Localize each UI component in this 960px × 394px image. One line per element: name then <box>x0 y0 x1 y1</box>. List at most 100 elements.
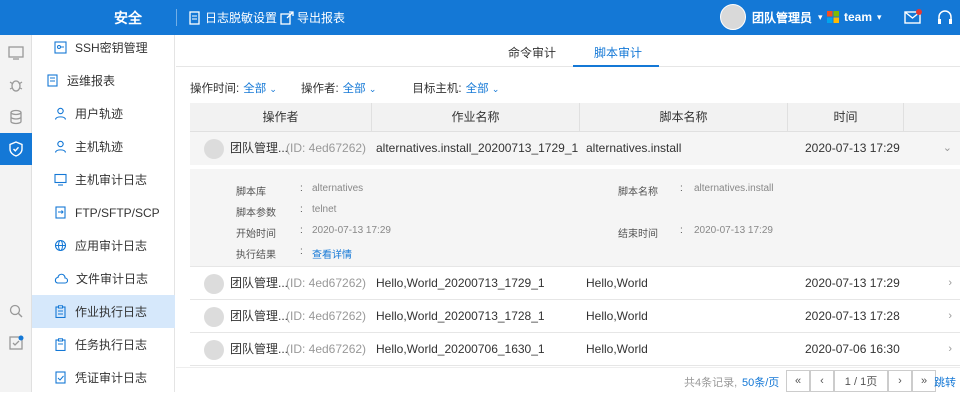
report-icon <box>47 74 58 87</box>
sidebar-item-user-trace[interactable]: 用户轨迹 <box>32 97 175 130</box>
sidebar-item-label: 任务执行日志 <box>75 338 148 352</box>
sidebar-item-ssh-keys[interactable]: SSH密钥管理 <box>32 31 175 64</box>
filter-time-label: 操作时间: <box>190 83 240 95</box>
sidebar-item-job-exec-log[interactable]: 作业执行日志 <box>32 295 175 328</box>
tab-command-audit[interactable]: 命令审计 <box>508 44 556 61</box>
time: 2020-07-13 17:29 <box>805 141 900 155</box>
module-icon-bar <box>0 35 32 392</box>
chevron-right-icon[interactable]: › <box>948 333 952 366</box>
table-row[interactable]: 团队管理... (ID: 4ed67262) Hello,World_20200… <box>190 333 960 366</box>
operator-id: (ID: 4ed67262) <box>286 141 367 155</box>
globe-icon <box>54 239 67 252</box>
operator-name: 团队管理... <box>230 141 289 155</box>
last-page-button[interactable]: » <box>912 370 936 392</box>
message-icon[interactable] <box>904 9 922 28</box>
filter-host-dropdown[interactable]: 全部 ⌄ <box>466 80 500 96</box>
chevron-down-icon: ⌄ <box>368 84 377 94</box>
sidebar-item-host-audit-log[interactable]: 主机审计日志 <box>32 163 175 196</box>
toolbar-divider <box>176 9 177 26</box>
sidebar-item-label: 文件审计日志 <box>76 272 149 286</box>
avatar <box>720 4 746 30</box>
operator-id: (ID: 4ed67262) <box>286 342 367 356</box>
sidebar-item-label: 用户轨迹 <box>75 107 124 121</box>
sidebar-item-task-exec-log[interactable]: 任务执行日志 <box>32 328 175 361</box>
tab-script-audit[interactable]: 脚本审计 <box>594 44 642 61</box>
detail-result-link[interactable]: 查看详情 <box>312 246 352 261</box>
detail-colon: : <box>300 225 303 236</box>
log-desensitize-button[interactable]: 日志脱敏设置 <box>188 9 277 26</box>
sidebar-item-host-trace[interactable]: 主机轨迹 <box>32 130 175 163</box>
next-page-button[interactable]: › <box>888 370 912 392</box>
sidebar-item-ops-report[interactable]: 运维报表 <box>32 64 175 97</box>
time: 2020-07-13 17:28 <box>805 309 900 323</box>
chevron-down-icon: ⌄ <box>269 84 277 94</box>
windows-logo-icon <box>827 11 839 23</box>
filter-operator-value: 全部 <box>342 83 366 95</box>
monitor-icon <box>54 173 67 186</box>
main-content: 命令审计 脚本审计 操作时间: 全部 ⌄ 操作者: 全部 ⌄ 目标主机: 全部 … <box>176 35 960 392</box>
avatar <box>204 274 224 294</box>
time: 2020-07-06 16:30 <box>805 342 900 356</box>
chevron-right-icon[interactable]: › <box>948 267 952 300</box>
security-module-icon[interactable] <box>0 133 32 165</box>
sidebar-item-credential-audit-log[interactable]: 凭证审计日志 <box>32 361 175 394</box>
detail-start-label: 开始时间 <box>236 229 276 240</box>
bug-module-icon[interactable] <box>0 69 32 101</box>
user-name: 团队管理员 <box>752 10 813 25</box>
team-switcher[interactable]: team ▾ <box>827 10 882 24</box>
credential-icon <box>55 371 66 384</box>
user-icon <box>54 140 67 153</box>
detail-result-label: 执行结果 <box>236 250 276 261</box>
monitor-module-icon[interactable] <box>0 37 32 69</box>
table-row[interactable]: 团队管理... (ID: 4ed67262) Hello,World_20200… <box>190 267 960 300</box>
table-row[interactable]: 团队管理... (ID: 4ed67262) Hello,World_20200… <box>190 300 960 333</box>
first-page-button[interactable]: « <box>786 370 810 392</box>
job-name: Hello,World_20200706_1630_1 <box>376 342 545 356</box>
column-header-time: 时间 <box>788 103 904 132</box>
prev-page-button[interactable]: ‹ <box>810 370 834 392</box>
detail-colon: : <box>680 183 683 194</box>
headset-icon[interactable] <box>936 9 954 30</box>
chevron-down-icon[interactable]: ⌄ <box>943 132 952 165</box>
filter-time-value: 全部 <box>243 83 267 95</box>
detail-colon: : <box>300 183 303 194</box>
sidebar-item-label: 应用审计日志 <box>75 239 148 253</box>
operator-name: 团队管理... <box>230 276 289 290</box>
operator-id: (ID: 4ed67262) <box>286 276 367 290</box>
sidebar-item-file-audit-log[interactable]: 文件审计日志 <box>32 262 175 295</box>
database-module-icon[interactable] <box>0 101 32 133</box>
task-check-icon[interactable] <box>0 327 32 359</box>
sidebar: SSH密钥管理 运维报表 用户轨迹 主机轨迹 主机审计日志 FTP/SFTP/S… <box>32 35 175 392</box>
detail-end-label: 结束时间 <box>618 229 658 240</box>
jump-button[interactable]: 跳转 <box>934 374 956 390</box>
clipboard-icon <box>55 338 66 351</box>
filter-operator-dropdown[interactable]: 全部 ⌄ <box>343 80 377 96</box>
sidebar-item-label: SSH密钥管理 <box>75 41 148 55</box>
chevron-right-icon[interactable]: › <box>948 300 952 333</box>
page-indicator: 1 / 1页 <box>834 370 888 392</box>
page-size-select[interactable]: 50条/页 <box>742 374 779 390</box>
filter-host-value: 全部 <box>465 83 489 95</box>
column-header-job-name: 作业名称 <box>372 103 580 132</box>
sidebar-item-ftp[interactable]: FTP/SFTP/SCP <box>32 196 175 229</box>
sidebar-item-app-audit-log[interactable]: 应用审计日志 <box>32 229 175 262</box>
operator-name: 团队管理... <box>230 309 289 323</box>
export-report-label: 导出报表 <box>297 11 346 25</box>
user-menu[interactable]: 团队管理员 ▾ <box>720 4 823 30</box>
table-header: 操作者 作业名称 脚本名称 时间 <box>190 103 960 132</box>
top-bar: 安全 日志脱敏设置 导出报表 团队管理员 ▾ team ▾ <box>0 0 960 35</box>
detail-colon: : <box>680 225 683 236</box>
detail-lib-value: alternatives <box>312 183 364 194</box>
total-records: 共4条记录, <box>684 377 738 389</box>
table-row[interactable]: 团队管理... (ID: 4ed67262) alternatives.inst… <box>190 132 960 165</box>
team-name: team <box>844 10 873 24</box>
filter-host-label: 目标主机: <box>412 83 462 95</box>
user-icon <box>54 107 67 120</box>
filter-time-dropdown[interactable]: 全部 ⌄ <box>243 80 277 96</box>
column-header-operator: 操作者 <box>190 103 372 132</box>
sidebar-item-label: 凭证审计日志 <box>75 371 148 385</box>
export-report-button[interactable]: 导出报表 <box>280 9 345 26</box>
chevron-down-icon: ▾ <box>818 11 823 22</box>
detail-end-value: 2020-07-13 17:29 <box>694 225 773 236</box>
search-icon[interactable] <box>0 295 32 327</box>
